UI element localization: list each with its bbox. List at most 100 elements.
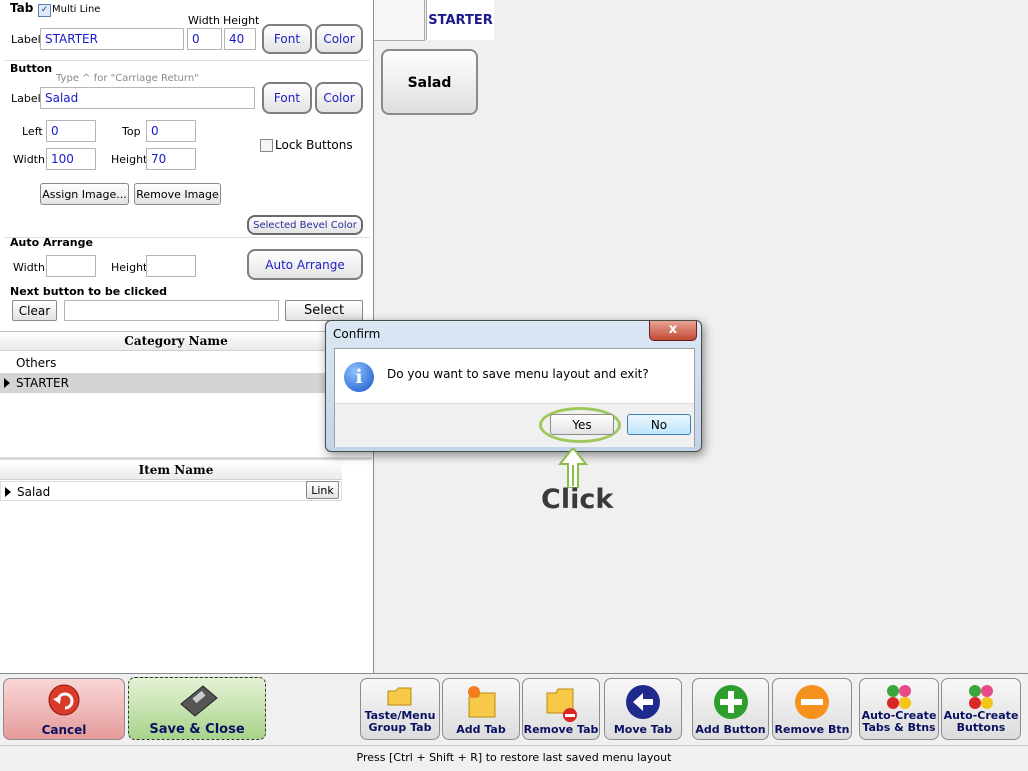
dialog-body: i Do you want to save menu layout and ex… bbox=[334, 348, 695, 447]
tab-width-header: Width bbox=[188, 14, 220, 27]
dialog-title: Confirm bbox=[333, 327, 381, 341]
item-grid: Item Name Salad bbox=[0, 461, 342, 521]
row-pointer-icon bbox=[4, 378, 10, 388]
tab-label-caption: Label bbox=[11, 33, 41, 46]
button-color-button[interactable]: Color bbox=[315, 82, 363, 114]
tab-starter[interactable]: STARTER bbox=[426, 0, 494, 40]
category-name-header: Category Name bbox=[0, 332, 352, 351]
tab-width-input[interactable]: 0 bbox=[187, 28, 222, 50]
remove-tab-button[interactable]: Remove Tab bbox=[522, 678, 600, 740]
floppy-disk-icon bbox=[180, 685, 218, 717]
auto-tabs-line2: Tabs & Btns bbox=[862, 721, 936, 734]
arrow-left-icon bbox=[626, 685, 660, 719]
add-tab-button[interactable]: Add Tab bbox=[442, 678, 520, 740]
button-label-input[interactable]: Salad bbox=[40, 87, 255, 109]
folder-icon bbox=[387, 687, 412, 706]
taste-menu-group-tab-button[interactable]: Taste/Menu Group Tab bbox=[360, 678, 440, 740]
selected-bevel-color-button[interactable]: Selected Bevel Color bbox=[247, 215, 363, 235]
left-input[interactable]: 0 bbox=[46, 120, 96, 142]
item-row[interactable]: Salad bbox=[0, 481, 342, 501]
auto-arrange-heading: Auto Arrange bbox=[10, 236, 93, 249]
left-caption: Left bbox=[22, 125, 43, 138]
select-button[interactable]: Select bbox=[285, 300, 363, 321]
lock-buttons-checkbox[interactable] bbox=[260, 139, 273, 152]
category-row-label: STARTER bbox=[16, 376, 69, 390]
minus-icon bbox=[795, 685, 829, 719]
tab-height-input[interactable]: 40 bbox=[224, 28, 256, 50]
button-label-caption: Label bbox=[11, 92, 41, 105]
dialog-close-button[interactable]: x bbox=[649, 321, 697, 341]
taste-line2: Group Tab bbox=[368, 721, 432, 734]
multiline-checkbox[interactable]: ✓ bbox=[38, 4, 51, 17]
category-grid: Category Name Others STARTER bbox=[0, 331, 352, 456]
tab-label-input[interactable]: STARTER bbox=[40, 28, 184, 50]
width-input[interactable]: 100 bbox=[46, 148, 96, 170]
save-close-label: Save & Close bbox=[149, 722, 245, 737]
top-caption: Top bbox=[122, 125, 141, 138]
status-text: Press [Ctrl + Shift + R] to restore last… bbox=[356, 751, 672, 764]
menu-button-salad[interactable]: Salad bbox=[381, 49, 478, 115]
close-icon: x bbox=[668, 322, 678, 337]
multiline-label: Multi Line bbox=[52, 4, 101, 15]
auto-create-icon bbox=[969, 685, 993, 709]
row-pointer-icon bbox=[5, 487, 11, 497]
tab-font-button[interactable]: Font bbox=[262, 24, 312, 54]
button-font-button[interactable]: Font bbox=[262, 82, 312, 114]
auto-width-caption: Width bbox=[13, 261, 45, 274]
auto-create-icon bbox=[887, 685, 911, 709]
annotation-arrow-icon bbox=[558, 448, 588, 488]
blank-tab[interactable] bbox=[374, 0, 425, 41]
status-bar: Press [Ctrl + Shift + R] to restore last… bbox=[0, 745, 1028, 771]
auto-create-buttons-button[interactable]: Auto-Create Buttons bbox=[941, 678, 1021, 740]
yes-button[interactable]: Yes bbox=[550, 414, 614, 435]
button-hint: Type ^ for "Carriage Return" bbox=[56, 73, 199, 84]
splitter[interactable] bbox=[0, 457, 372, 460]
next-button-field[interactable] bbox=[64, 300, 279, 321]
auto-height-caption: Height bbox=[111, 261, 148, 274]
height-input[interactable]: 70 bbox=[146, 148, 196, 170]
cancel-label: Cancel bbox=[41, 723, 87, 737]
plus-icon bbox=[713, 685, 748, 719]
add-button-button[interactable]: Add Button bbox=[692, 678, 769, 740]
move-tab-label: Move Tab bbox=[613, 723, 673, 736]
add-tab-label: Add Tab bbox=[456, 723, 506, 736]
remove-image-button[interactable]: Remove Image bbox=[134, 183, 221, 205]
width-caption: Width bbox=[13, 153, 45, 166]
lock-buttons-label: Lock Buttons bbox=[275, 138, 353, 152]
height-caption: Height bbox=[111, 153, 148, 166]
properties-panel: Tab ✓ Multi Line Width Height Label STAR… bbox=[0, 0, 374, 673]
add-button-label: Add Button bbox=[695, 723, 766, 736]
dialog-message: Do you want to save menu layout and exit… bbox=[387, 367, 649, 381]
move-tab-button[interactable]: Move Tab bbox=[604, 678, 682, 740]
no-button[interactable]: No bbox=[627, 414, 691, 435]
item-name-header: Item Name bbox=[0, 461, 342, 480]
category-row-selected[interactable]: STARTER bbox=[0, 373, 352, 393]
tab-color-button[interactable]: Color bbox=[315, 24, 363, 54]
tab-height-header: Height bbox=[223, 14, 260, 27]
remove-folder-icon bbox=[546, 688, 577, 722]
divider bbox=[4, 60, 370, 61]
confirm-dialog: Confirm x i Do you want to save menu lay… bbox=[325, 320, 702, 452]
category-row[interactable]: Others bbox=[0, 353, 352, 373]
cancel-button[interactable]: Cancel bbox=[3, 678, 125, 740]
undo-icon bbox=[48, 684, 80, 716]
tab-heading: Tab bbox=[10, 1, 34, 15]
info-icon: i bbox=[344, 362, 374, 392]
save-close-button[interactable]: Save & Close bbox=[128, 677, 266, 740]
auto-width-input[interactable] bbox=[46, 255, 96, 277]
top-input[interactable]: 0 bbox=[146, 120, 196, 142]
next-button-heading: Next button to be clicked bbox=[10, 285, 168, 298]
button-heading: Button bbox=[10, 62, 53, 75]
auto-btns-line2: Buttons bbox=[956, 721, 1006, 734]
clear-button[interactable]: Clear bbox=[12, 300, 57, 321]
assign-image-button[interactable]: Assign Image... bbox=[40, 183, 129, 205]
add-folder-icon bbox=[468, 686, 496, 718]
link-button[interactable]: Link bbox=[306, 481, 339, 499]
auto-arrange-button[interactable]: Auto Arrange bbox=[247, 249, 363, 280]
auto-create-tabs-btns-button[interactable]: Auto-Create Tabs & Btns bbox=[859, 678, 939, 740]
remove-btn-button[interactable]: Remove Btn bbox=[772, 678, 852, 740]
item-row-label: Salad bbox=[17, 485, 51, 499]
category-row-label: Others bbox=[16, 356, 57, 370]
remove-btn-label: Remove Btn bbox=[774, 723, 850, 736]
auto-height-input[interactable] bbox=[146, 255, 196, 277]
